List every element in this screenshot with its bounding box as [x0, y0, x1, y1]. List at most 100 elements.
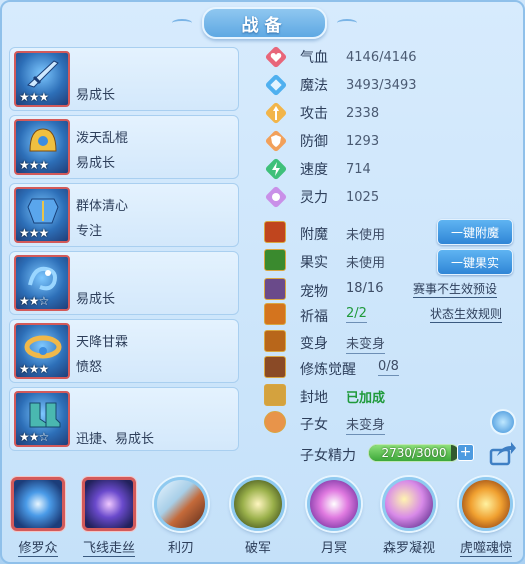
diamond-icon: [264, 73, 288, 97]
transform-icon: [264, 330, 286, 352]
skill-1[interactable]: 修罗众: [7, 477, 69, 557]
stat-value: 3493/3493: [346, 77, 417, 93]
stat-defense: 防御 1293: [264, 129, 379, 153]
star-rating: ★★★: [19, 226, 49, 240]
equipment-name: 群体清心: [76, 199, 129, 214]
skill-name: 森罗凝视: [382, 541, 435, 556]
star-rating: ★★☆: [19, 430, 49, 444]
blade-icon: [154, 477, 208, 531]
stat-hp: 气血 4146/4146: [264, 45, 417, 69]
equipment-slot-3[interactable]: ★★★ 群体清心 专注: [9, 183, 239, 247]
stat-label: 魔法: [300, 78, 328, 94]
star-rating: ★★★: [19, 90, 49, 104]
feature-value[interactable]: 0/8: [378, 359, 399, 376]
refresh-icon[interactable]: [490, 409, 516, 435]
child-energy-bar: 2730/3000: [368, 444, 460, 462]
title-ornament-right: [337, 19, 357, 27]
stat-label: 攻击: [300, 106, 328, 122]
feature-value[interactable]: 未变身: [346, 414, 386, 435]
equipment-trait: 愤怒: [76, 360, 103, 375]
skill-2[interactable]: 飞线走丝: [78, 477, 140, 557]
title-ornament-left: [172, 19, 192, 27]
enchant-icon: [264, 221, 286, 243]
land-icon: [264, 384, 286, 406]
skill-name: 利刃: [167, 541, 194, 556]
skill-name: 月冥: [320, 541, 347, 556]
status-rules-link[interactable]: 状态生效规则: [430, 305, 503, 323]
skill-4[interactable]: 破军: [227, 477, 289, 556]
page-title: 战备: [241, 15, 288, 36]
skill-5[interactable]: 月冥: [303, 477, 365, 556]
feature-label: 修炼觉醒: [300, 362, 356, 378]
feature-label: 子女: [300, 417, 328, 433]
feature-label: 附魔: [300, 227, 328, 243]
one-click-enchant-button[interactable]: 一键附魔: [437, 219, 513, 245]
helmet-icon: ★★★: [14, 119, 70, 175]
stat-value: 1293: [346, 133, 380, 149]
feature-label: 变身: [300, 336, 328, 352]
share-icon[interactable]: [489, 440, 517, 466]
equipment-slot-4[interactable]: ★★☆ 易成长: [9, 251, 239, 315]
fruit-icon: [264, 249, 286, 271]
equipment-trait: 易成长: [76, 156, 116, 171]
stat-spirit: 灵力 1025: [264, 185, 379, 209]
sword-up-icon: [264, 101, 288, 125]
stat-value: 2338: [346, 105, 380, 121]
skill-name: 修罗众: [18, 537, 58, 557]
spirit-icon: [264, 185, 288, 209]
heart-icon: [264, 45, 288, 69]
feature-value[interactable]: 2/2: [346, 306, 367, 323]
stat-label: 速度: [300, 162, 328, 178]
star-rating: ★★★: [19, 158, 49, 172]
equipment-slot-2[interactable]: ★★★ 泼天乱棍 易成长: [9, 115, 239, 179]
sword-icon: ★★★: [14, 51, 70, 107]
skill-3[interactable]: 利刃: [150, 477, 212, 556]
equipment-slot-5[interactable]: ★★★ 天降甘霖 愤怒: [9, 319, 239, 383]
stat-label: 气血: [300, 50, 328, 66]
child-energy-value: 2730/3000: [381, 446, 447, 460]
one-click-fruit-button[interactable]: 一键果实: [437, 249, 513, 275]
skill-name: 虎噬魂惊: [459, 537, 512, 557]
tiger-icon: [459, 477, 513, 531]
star-rating: ★★★: [19, 362, 49, 376]
pray-icon: [264, 303, 286, 325]
feature-label: 果实: [300, 255, 328, 271]
skill-7[interactable]: 虎噬魂惊: [455, 477, 517, 557]
equipment-slot-1[interactable]: ★★★ 易成长: [9, 47, 239, 111]
event-preset-link[interactable]: 赛事不生效预设: [413, 280, 498, 298]
skill-name: 破军: [244, 541, 271, 556]
equipment-trait: 专注: [76, 224, 103, 239]
equipment-trait: 易成长: [76, 88, 116, 103]
add-energy-button[interactable]: +: [457, 444, 474, 461]
feature-value: 未使用: [346, 228, 386, 243]
equipment-trait: 易成长: [76, 292, 116, 307]
equipment-slot-6[interactable]: ★★☆ 迅捷、易成长: [9, 387, 239, 451]
title-banner: 战备: [202, 7, 327, 39]
star-rating: ★★☆: [19, 294, 49, 308]
armor-icon: ★★★: [14, 187, 70, 243]
feature-label: 子女精力: [300, 448, 356, 464]
stat-speed: 速度 714: [264, 157, 371, 181]
skill-name: 飞线走丝: [82, 537, 135, 557]
feature-label: 祈福: [300, 309, 328, 325]
equipment-name: 泼天乱棍: [76, 131, 129, 146]
spear-icon: [231, 477, 285, 531]
feature-value[interactable]: 未变身: [346, 333, 386, 354]
lightning-icon: [264, 157, 288, 181]
equipment-trait: 迅捷、易成长: [76, 432, 155, 447]
stat-mp: 魔法 3493/3493: [264, 73, 417, 97]
child-icon: [264, 411, 286, 433]
feature-value: 18/16: [346, 281, 384, 296]
shield-icon: [264, 129, 288, 153]
skill-6[interactable]: 森罗凝视: [378, 477, 440, 556]
spider-icon: [82, 477, 136, 531]
vortex-icon: [11, 477, 65, 531]
belt-icon: ★★★: [14, 323, 70, 379]
war-prep-panel: 战备 ★★★ 易成长 ★★★ 泼天乱棍 易成长 ★★★ 群体清心 专注 ★★☆ …: [0, 0, 525, 564]
awaken-icon: [264, 356, 286, 378]
equipment-name: 天降甘霖: [76, 335, 129, 350]
dragon-icon: ★★☆: [14, 255, 70, 311]
boots-icon: ★★☆: [14, 391, 70, 447]
feature-label: 封地: [300, 390, 328, 406]
stat-label: 灵力: [300, 190, 328, 206]
